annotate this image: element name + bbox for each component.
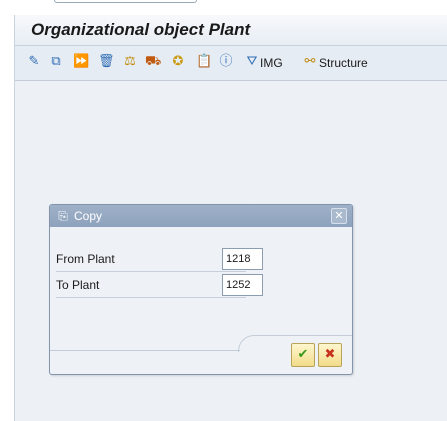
img-button-label[interactable]: IMG [260,56,283,70]
copy-icon[interactable]: ⧉ [48,54,64,70]
to-plant-label: To Plant [56,273,246,298]
display-change-icon[interactable]: ✎ [26,54,42,70]
from-plant-input[interactable]: 1218 [222,248,263,270]
copy-dialog: ⎘ Copy ✕ From Plant 1218 To Plant 1252 ✔… [49,204,353,375]
from-plant-label: From Plant [56,247,246,272]
command-field[interactable] [54,0,197,3]
page-title: Organizational object Plant [31,20,251,39]
copy-dialog-icon: ⎘ [58,209,68,223]
title-bar: Organizational object Plant [15,15,447,46]
img-filter-icon[interactable]: ⛛ [244,54,260,70]
structure-icon[interactable]: ⚯ [302,54,318,70]
info-icon[interactable]: ⓘ [218,54,234,70]
transport-icon[interactable]: ⛟ [145,54,161,70]
cancel-x-icon: ✖ [324,347,336,362]
structure-button-label[interactable]: Structure [319,56,368,70]
delete-icon[interactable]: 🗑 [98,54,115,70]
dialog-title: Copy [74,209,103,223]
clipboard-icon[interactable]: 📋 [196,54,212,70]
from-plant-row: From Plant 1218 [56,247,346,273]
copy-as-icon[interactable]: ⏩ [73,54,89,70]
close-icon[interactable]: ✕ [331,208,347,224]
footer-divider [50,350,240,351]
assign-icon[interactable]: ⚖ [122,54,138,70]
cancel-button[interactable]: ✖ [318,343,342,367]
confirm-button[interactable]: ✔ [291,343,315,367]
checkmark-icon: ✔ [297,347,309,362]
to-plant-input[interactable]: 1252 [222,274,263,296]
application-toolbar: ✎ ⧉ ⏩ 🗑 ⚖ ⛟ ✪ 📋 ⓘ ⛛ IMG ⚯ Structure [15,46,447,81]
to-plant-row: To Plant 1252 [56,273,346,299]
check-icon[interactable]: ✪ [170,54,186,70]
dialog-header: ⎘ Copy ✕ [50,205,352,227]
